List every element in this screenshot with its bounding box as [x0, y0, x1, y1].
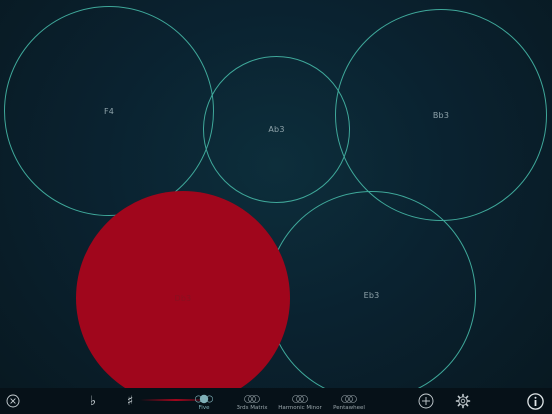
- bottom-toolbar: ♭ ♯ Five 3rds Matrix Harmonic Minor Pent…: [0, 388, 552, 414]
- tab-five[interactable]: Five: [188, 391, 220, 413]
- instrument-stage: F4 Ab3 Bb3 Eb3 Db3 ♭ ♯ Five 3rds Matrix …: [0, 0, 552, 414]
- flat-button[interactable]: ♭: [86, 392, 100, 410]
- pad-f4[interactable]: F4: [4, 6, 214, 216]
- sharp-icon: ♯: [126, 393, 134, 409]
- info-button[interactable]: [526, 392, 544, 410]
- pad-label: Bb3: [432, 110, 450, 120]
- pad-label: Eb3: [363, 291, 380, 300]
- pentawheel-layout-icon: [341, 394, 357, 403]
- tab-3rds-matrix[interactable]: 3rds Matrix: [234, 391, 270, 413]
- harmonic-layout-icon: [292, 394, 308, 403]
- close-icon: [6, 394, 20, 408]
- plus-circle-icon: [418, 393, 434, 409]
- tab-label: Harmonic Minor: [278, 404, 322, 411]
- tab-harmonic-minor[interactable]: Harmonic Minor: [277, 391, 323, 413]
- info-icon: [526, 392, 544, 410]
- tab-label: Pentawheel: [333, 404, 365, 411]
- pad-bb3[interactable]: Bb3: [335, 9, 547, 221]
- matrix-layout-icon: [244, 394, 260, 403]
- tab-label: Five: [198, 404, 210, 411]
- pad-label: Db3: [174, 293, 192, 303]
- sharp-button[interactable]: ♯: [123, 392, 137, 410]
- flat-icon: ♭: [89, 393, 97, 409]
- close-button[interactable]: [5, 393, 21, 409]
- tab-label: 3rds Matrix: [236, 404, 268, 411]
- pad-db3-active[interactable]: Db3: [76, 191, 290, 405]
- pad-label: F4: [103, 106, 115, 116]
- five-layout-icon: [194, 394, 214, 403]
- pad-eb3[interactable]: Eb3: [267, 191, 476, 400]
- tab-pentawheel[interactable]: Pentawheel: [330, 391, 368, 413]
- settings-button[interactable]: [454, 392, 472, 410]
- pad-label: Ab3: [268, 125, 285, 134]
- gear-icon: [455, 393, 471, 409]
- pad-ab3[interactable]: Ab3: [203, 56, 350, 203]
- add-button[interactable]: [417, 392, 435, 410]
